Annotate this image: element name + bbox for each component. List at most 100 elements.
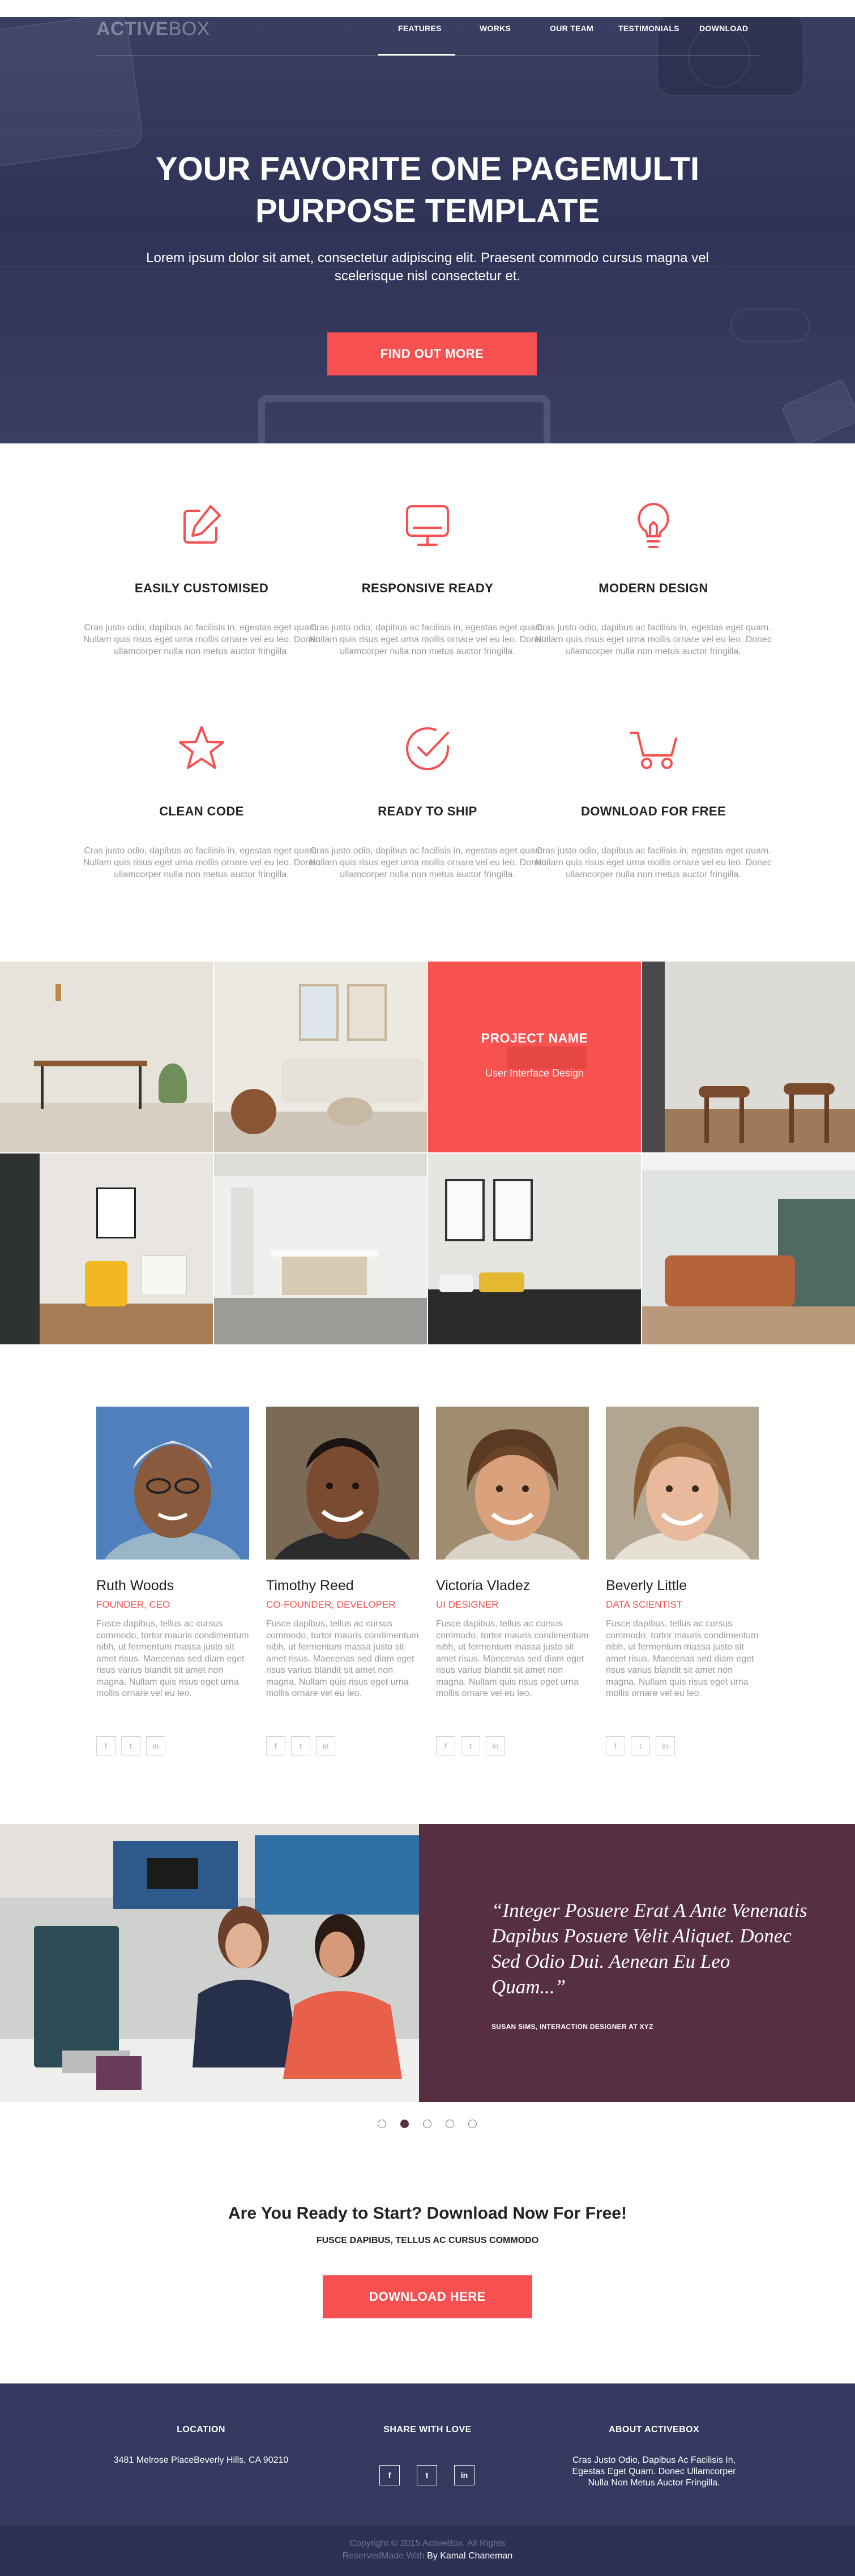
facebook-icon[interactable]: f [606,1736,625,1755]
member-socials: f t in [96,1736,176,1755]
footer-share-title: SHARE WITH LOVE [383,2425,472,2434]
linkedin-icon[interactable]: in [486,1736,505,1755]
member-socials: f t in [266,1736,345,1755]
footer-about-title: ABOUT ACTIVEBOX [608,2425,700,2434]
cta-title: Are You Ready to Start? Download Now For… [228,2204,627,2223]
portfolio-item[interactable] [0,1154,213,1344]
member-role: FOUNDER, CEO [96,1599,170,1610]
portfolio-item-featured[interactable]: PROJECT NAME User Interface Design [428,962,641,1152]
author-link[interactable]: By Kamal Chaneman [427,2551,512,2561]
linkedin-icon[interactable]: in [454,2465,474,2485]
tablet-decoration [258,395,550,443]
portfolio-item[interactable] [428,1154,641,1344]
portfolio-item[interactable] [214,962,427,1152]
feature-text: Cras justo odio, dapibus ac facilisis in… [83,623,320,656]
feature-clean-code: CLEAN CODE Cras justo odio, dapibus ac f… [83,721,320,903]
hero-section: ACTIVEBOX FEATURES WORKS OUR TEAM TESTIM… [0,0,855,443]
member-role: UI DESIGNER [436,1599,499,1610]
facebook-icon[interactable]: f [436,1736,455,1755]
member-bio: Fusce dapibus, tellus ac cursus commodo,… [606,1619,759,1698]
portfolio-item[interactable] [0,962,213,1152]
hero-title: YOUR FAVORITE ONE PAGEMULTI PURPOSE TEMPL… [155,151,700,229]
team-member: Ruth Woods FOUNDER, CEO Fusce dapibus, t… [96,1407,249,1758]
nav-works[interactable]: WORKS [480,24,511,33]
nav-active-indicator [378,54,455,55]
member-name: Victoria Vladez [436,1578,531,1594]
star-icon [179,726,224,769]
footer-location-title: LOCATION [177,2425,225,2434]
project-name: PROJECT NAME [481,1031,588,1045]
feature-responsive-ready: RESPONSIVE READY Cras justo odio, dapibu… [309,498,546,680]
nav-testimonials[interactable]: TESTIMONIALS [618,24,679,33]
facebook-icon[interactable]: f [266,1736,285,1755]
member-bio: Fusce dapibus, tellus ac cursus commodo,… [96,1619,249,1698]
linkedin-icon[interactable]: in [146,1736,165,1755]
brand-logo[interactable]: ACTIVEBOX [96,17,210,41]
slide-dot-4[interactable] [446,2120,454,2128]
member-name: Beverly Little [606,1578,687,1594]
slide-dot-2[interactable] [400,2120,409,2128]
twitter-icon[interactable]: t [417,2465,437,2485]
avatar [266,1407,419,1560]
testimonial-quote: “Integer Posuere Erat A Ante Venenatis D… [491,1899,807,1998]
feature-text: Cras justo odio, dapibus ac facilisis in… [309,846,546,879]
feature-text: Cras justo odio, dapibus ac facilisis in… [83,846,320,879]
feature-title: CLEAN CODE [159,804,244,818]
member-socials: f t in [606,1736,685,1755]
feature-title: MODERN DESIGN [598,581,708,595]
twitter-icon[interactable]: t [291,1736,310,1755]
project-category: User Interface Design [485,1067,584,1079]
linkedin-icon[interactable]: in [316,1736,335,1755]
linkedin-icon[interactable]: in [656,1736,675,1755]
find-out-more-button[interactable]: FIND OUT MORE [327,332,537,375]
copyright-line-2: ReservedMade With By Kamal Chaneman [342,2551,513,2561]
cart-icon [630,732,677,769]
main-nav: FEATURES WORKS OUR TEAM TESTIMONIALS DOW… [368,17,764,57]
feature-title: DOWNLOAD FOR FREE [580,804,726,818]
nav-features[interactable]: FEATURES [398,24,442,33]
team-member: Timothy Reed CO-FOUNDER, DEVELOPER Fusce… [266,1407,419,1758]
feature-text: Cras justo odio, dapibus ac facilisis in… [535,623,772,656]
member-name: Ruth Woods [96,1578,174,1594]
portfolio-item[interactable] [214,1154,427,1344]
hero-subtitle: Lorem ipsum dolor sit amet, consectetur … [146,250,709,284]
feature-title: READY TO SHIP [378,804,477,818]
slide-dot-1[interactable] [378,2120,386,2128]
avatar [606,1407,759,1560]
monitor-icon [406,505,449,546]
team-member: Victoria Vladez UI DESIGNER Fusce dapibu… [436,1407,589,1758]
twitter-icon[interactable]: t [631,1736,650,1755]
member-bio: Fusce dapibus, tellus ac cursus commodo,… [436,1619,589,1698]
testimonial-pagination [378,2120,480,2129]
download-here-button[interactable]: DOWNLOAD HERE [323,2275,532,2318]
feature-title: EASILY CUSTOMISED [134,581,269,595]
testimonial-image [0,1824,419,2102]
facebook-icon[interactable]: f [379,2465,400,2485]
team-member: Beverly Little DATA SCIENTIST Fusce dapi… [606,1407,759,1758]
member-bio: Fusce dapibus, tellus ac cursus commodo,… [266,1619,419,1698]
feature-text: Cras justo odio, dapibus ac facilisis in… [309,623,546,656]
twitter-icon[interactable]: t [121,1736,140,1755]
portfolio-item[interactable] [642,962,855,1152]
portfolio-item[interactable] [642,1154,855,1344]
nav-download[interactable]: DOWNLOAD [699,24,748,33]
copyright-bar: Copyright © 2015 ActiveBox. All Rights R… [0,2525,855,2576]
slide-dot-5[interactable] [468,2120,477,2128]
lightbulb-icon [638,503,669,548]
twitter-icon[interactable]: t [461,1736,480,1755]
cta-subtitle: FUSCE DAPIBUS, TELLUS AC CURSUS COMMODO [316,2236,539,2245]
member-role: DATA SCIENTIST [606,1599,683,1610]
testimonial-author: SUSAN SIMS, INTERACTION DESIGNER AT XYZ [491,2023,653,2031]
feature-title: RESPONSIVE READY [361,581,494,595]
edit-icon [183,505,221,544]
facebook-icon[interactable]: f [96,1736,116,1755]
feature-text: Cras justo odio, dapibus ac facilisis in… [535,846,772,879]
footer-address: 3481 Melrose PlaceBeverly Hills, CA 9021… [113,2455,289,2465]
phone-decoration [780,378,855,443]
glasses-decoration [730,309,810,343]
feature-ready-to-ship: READY TO SHIP Cras justo odio, dapibus a… [309,721,546,903]
slide-dot-3[interactable] [423,2120,431,2128]
member-socials: f t in [436,1736,515,1755]
nav-our-team[interactable]: OUR TEAM [550,24,593,33]
top-strip [0,0,855,17]
